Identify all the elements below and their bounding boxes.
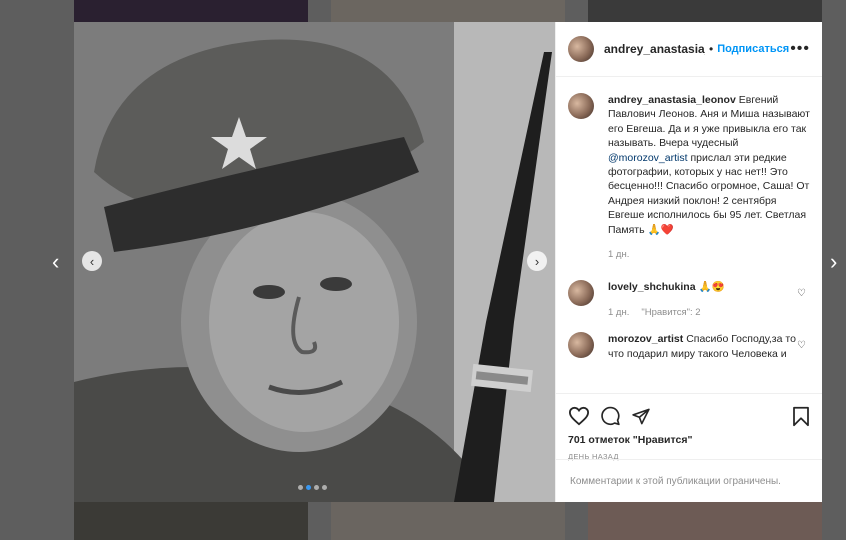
background-post-thumbnail[interactable]: [588, 502, 822, 540]
post-side-panel: andrey_anastasia_l • Подписаться ••• and…: [555, 22, 822, 502]
likes-count[interactable]: 701 отметок "Нравится": [568, 434, 810, 446]
comment-username[interactable]: lovely_shchukina: [608, 281, 696, 293]
comment-item: morozov_artist Спасибо Господу,за то что…: [568, 332, 810, 369]
caption-item: andrey_anastasia_leonov Евгений Павлович…: [568, 93, 810, 262]
caption-text-continued: прислал эти редкие фотографии, которых у…: [608, 151, 810, 236]
comment-like-heart-icon[interactable]: ♡: [797, 288, 806, 299]
caption-mention-link[interactable]: @morozov_artist: [608, 152, 688, 164]
background-post-thumbnail[interactable]: [331, 502, 565, 540]
bookmark-icon[interactable]: [792, 406, 810, 427]
caption-timestamp[interactable]: 1 дн.: [608, 248, 629, 262]
commenter-avatar[interactable]: [568, 332, 594, 359]
heart-icon[interactable]: [568, 406, 590, 426]
commenter-avatar[interactable]: [568, 280, 594, 307]
comment-item: lovely_shchukina 🙏😍 1 дн. "Нравится": 2 …: [568, 280, 810, 320]
background-post-thumbnail[interactable]: [74, 0, 308, 22]
post-photo: ‹ ›: [74, 22, 555, 502]
comment-text: 🙏😍: [698, 281, 725, 294]
comments-restricted-notice: Комментарии к этой публикации ограничены…: [556, 459, 822, 502]
share-icon[interactable]: [631, 407, 651, 426]
comment-username[interactable]: morozov_artist: [608, 333, 683, 345]
caption-author-avatar[interactable]: [568, 93, 594, 119]
post-actions: 701 отметок "Нравится" ДЕНЬ НАЗАД: [556, 393, 822, 461]
post-modal: ‹ › andrey_anastasia_l • Подписаться •••…: [74, 22, 822, 502]
carousel-dot: [298, 485, 303, 490]
comment-like-heart-icon[interactable]: ♡: [797, 340, 806, 351]
follow-button[interactable]: Подписаться: [717, 43, 789, 55]
background-post-thumbnail[interactable]: [74, 502, 308, 540]
comment-likes-count[interactable]: "Нравится": 2: [641, 306, 700, 320]
separator-dot: •: [709, 42, 714, 56]
caption-emoji: 🙏❤️: [647, 223, 674, 236]
carousel-dot: [314, 485, 319, 490]
background-post-thumbnail[interactable]: [588, 0, 822, 22]
author-avatar[interactable]: [568, 36, 594, 62]
caption-username[interactable]: andrey_anastasia_leonov: [608, 94, 736, 106]
photo-next-button[interactable]: ›: [527, 251, 547, 271]
comments-section: andrey_anastasia_leonov Евгений Павлович…: [556, 77, 822, 393]
carousel-indicator: [298, 485, 327, 490]
previous-post-arrow-icon[interactable]: ‹: [52, 249, 59, 275]
author-username[interactable]: andrey_anastasia_l: [604, 42, 705, 56]
photo-previous-button[interactable]: ‹: [82, 251, 102, 271]
more-options-icon[interactable]: •••: [790, 40, 810, 58]
post-photo-illustration: [74, 22, 555, 502]
next-post-arrow-icon[interactable]: ›: [830, 249, 837, 275]
carousel-dot-active: [306, 485, 311, 490]
comment-icon[interactable]: [600, 406, 621, 426]
post-header: andrey_anastasia_l • Подписаться •••: [556, 22, 822, 77]
carousel-dot: [322, 485, 327, 490]
comment-timestamp[interactable]: 1 дн.: [608, 306, 629, 320]
background-post-thumbnail[interactable]: [331, 0, 565, 22]
